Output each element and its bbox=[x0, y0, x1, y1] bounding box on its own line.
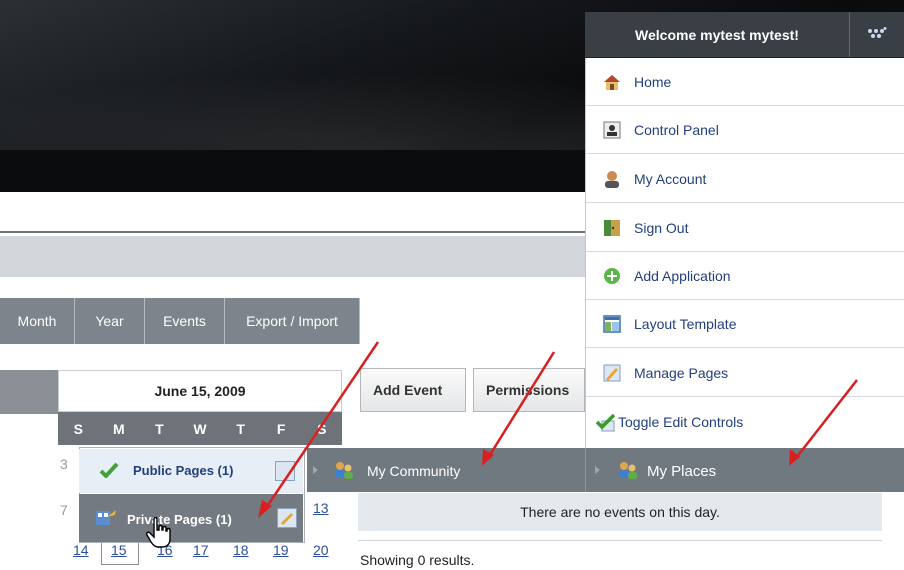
annotation-arrow bbox=[264, 341, 858, 509]
arrow-head bbox=[789, 449, 800, 466]
annotation-arrows bbox=[258, 341, 858, 518]
